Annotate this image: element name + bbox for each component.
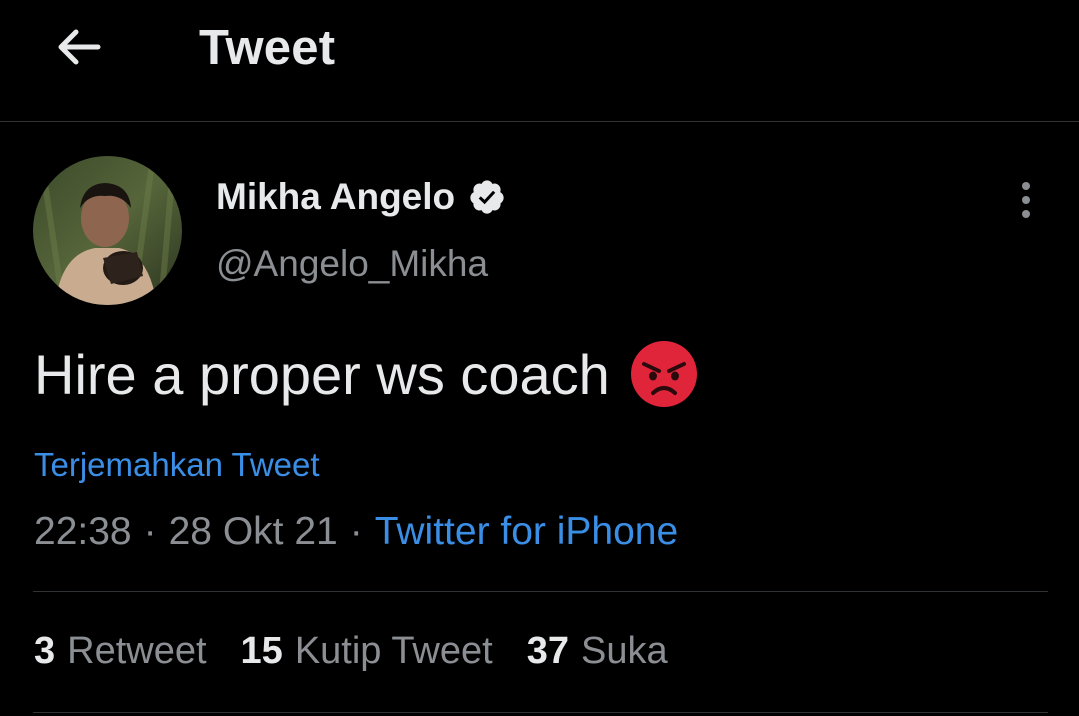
tweet-text-content: Hire a proper ws coach xyxy=(34,342,610,406)
arrow-left-icon xyxy=(58,29,101,65)
top-bar: Tweet xyxy=(0,0,1079,122)
retweets-label: Retweet xyxy=(67,630,207,672)
avatar-photo xyxy=(33,156,182,305)
tweet-text: Hire a proper ws coach xyxy=(34,340,698,408)
divider xyxy=(33,591,1048,592)
page-title: Tweet xyxy=(199,21,336,75)
quote-tweets-count: 15 xyxy=(240,630,283,672)
tweet-source-link[interactable]: Twitter for iPhone xyxy=(375,510,678,553)
meta-separator: · xyxy=(143,510,157,553)
likes-count: 37 xyxy=(526,630,569,672)
verified-badge-icon xyxy=(470,180,504,214)
back-button[interactable] xyxy=(50,22,106,72)
author-name-text: Mikha Angelo xyxy=(216,176,456,217)
author-handle[interactable]: @Angelo_Mikha xyxy=(216,243,488,285)
meta-separator: · xyxy=(349,510,363,553)
likes-label: Suka xyxy=(580,630,668,672)
retweets-count: 3 xyxy=(34,630,56,672)
angry-face-icon xyxy=(630,341,697,407)
divider xyxy=(33,712,1048,713)
author-name[interactable]: Mikha Angelo xyxy=(216,176,506,218)
quote-tweets-stat[interactable]: 15 Kutip Tweet xyxy=(241,630,493,673)
tweet-time: 22:38 xyxy=(34,510,132,553)
quote-tweets-label: Kutip Tweet xyxy=(294,630,493,672)
retweets-stat[interactable]: 3 Retweet xyxy=(34,630,207,673)
more-options-button[interactable] xyxy=(1006,178,1046,222)
tweet-metadata: 22:38 · 28 Okt 21 · Twitter for iPhone xyxy=(34,510,678,554)
more-vertical-icon xyxy=(1022,182,1030,218)
engagement-stats: 3 Retweet 15 Kutip Tweet 37 Suka xyxy=(34,630,702,673)
avatar[interactable] xyxy=(33,156,182,305)
translate-tweet-link[interactable]: Terjemahkan Tweet xyxy=(34,446,320,484)
tweet-detail-page: Tweet Mikha Angelo @Angelo_Mikha Hire a … xyxy=(0,0,1079,716)
tweet-date[interactable]: 28 Okt 21 xyxy=(169,510,338,553)
likes-stat[interactable]: 37 Suka xyxy=(527,630,668,673)
